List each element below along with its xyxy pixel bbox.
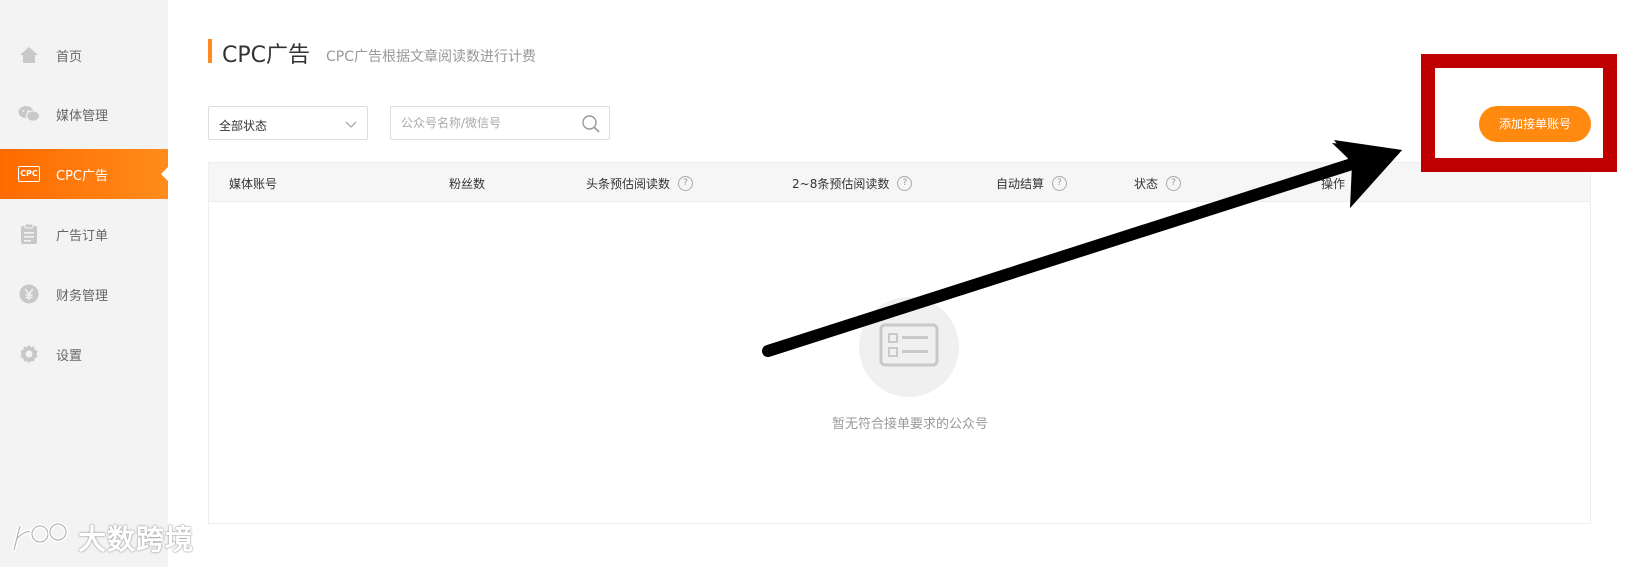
column-label: 自动结算 (996, 177, 1045, 191)
sidebar-item-settings[interactable]: 设置 (0, 329, 168, 379)
table-header: 媒体账号 粉丝数 头条预估阅读数 ? 2~8条预估阅读数 ? 自动结算 ? 状态… (208, 162, 1591, 202)
column-header-actions: 操作 (1321, 175, 1345, 192)
wechat-icon (18, 103, 40, 125)
sidebar-item-label: 媒体管理 (56, 109, 109, 124)
home-icon (18, 44, 40, 66)
column-header-status: 状态 ? (1134, 175, 1182, 192)
sidebar-item-label: 广告订单 (56, 229, 109, 244)
help-icon[interactable]: ? (897, 176, 913, 191)
column-header-fans: 粉丝数 (449, 175, 485, 192)
column-label: 粉丝数 (449, 177, 486, 191)
empty-state-text: 暂无符合接单要求的公众号 (831, 417, 988, 432)
column-label: 2~8条预估阅读数 (792, 177, 890, 191)
page-title: CPC广告 (222, 43, 310, 68)
column-label: 媒体账号 (229, 177, 278, 191)
clipboard-icon (18, 223, 40, 245)
chevron-down-icon (345, 118, 357, 132)
page-subtitle: CPC广告根据文章阅读数进行计费 (326, 49, 536, 65)
status-select[interactable]: 全部状态 (208, 106, 368, 140)
search-box (390, 106, 610, 140)
search-icon[interactable] (581, 114, 601, 138)
yuan-icon (18, 283, 40, 305)
sidebar-item-orders[interactable]: 广告订单 (0, 209, 168, 259)
help-icon[interactable]: ? (678, 176, 694, 191)
help-icon[interactable]: ? (1052, 176, 1068, 191)
watermark-text: 大数跨境 (78, 523, 195, 556)
status-select-value: 全部状态 (219, 119, 268, 133)
search-input[interactable] (401, 113, 571, 133)
column-label: 操作 (1321, 177, 1346, 191)
column-label: 头条预估阅读数 (586, 177, 671, 191)
column-header-auto-settle: 自动结算 ? (996, 175, 1068, 192)
sidebar: 首页 媒体管理 CPC CPC广告 广告订单 财务管理 设置 (0, 0, 168, 567)
sidebar-item-label: 设置 (56, 349, 83, 364)
add-account-button[interactable]: 添加接单账号 (1479, 106, 1591, 142)
sidebar-item-label: CPC广告 (56, 169, 108, 184)
cpc-icon: CPC (18, 163, 40, 185)
cpc-badge: CPC (18, 166, 40, 182)
watermark: 大数跨境 (10, 518, 194, 558)
column-header-headline-reads: 头条预估阅读数 ? (586, 175, 694, 192)
help-icon[interactable]: ? (1166, 176, 1182, 191)
active-indicator (161, 167, 168, 181)
sidebar-item-finance[interactable]: 财务管理 (0, 269, 168, 319)
sidebar-item-label: 财务管理 (56, 289, 109, 304)
empty-state-icon (859, 297, 959, 397)
watermark-logo-icon (12, 522, 68, 552)
gear-icon (18, 343, 40, 365)
sidebar-item-label: 首页 (56, 50, 83, 65)
sidebar-item-media[interactable]: 媒体管理 (0, 89, 168, 139)
sidebar-item-cpc[interactable]: CPC CPC广告 (0, 149, 168, 199)
sidebar-item-home[interactable]: 首页 (0, 30, 168, 80)
column-label: 状态 (1134, 177, 1159, 191)
column-header-media-account: 媒体账号 (229, 175, 277, 192)
column-header-secondary-reads: 2~8条预估阅读数 ? (792, 175, 913, 192)
title-accent-bar (208, 39, 212, 63)
